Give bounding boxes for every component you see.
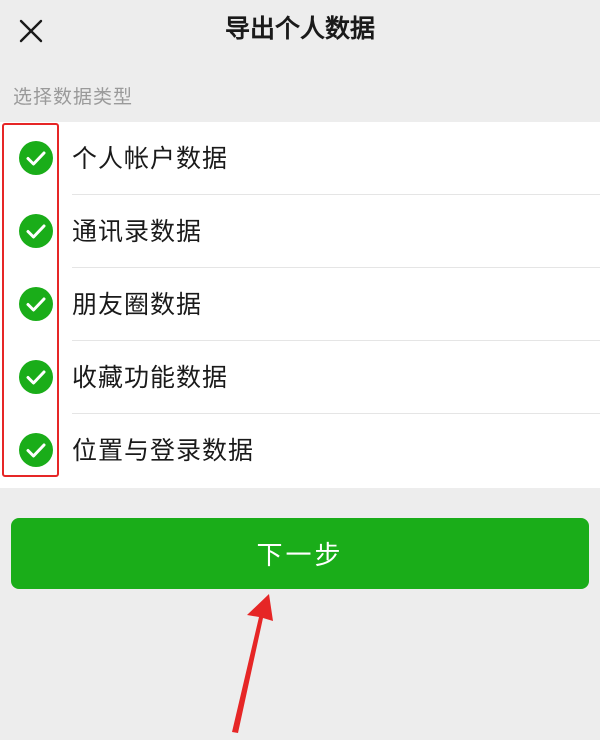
option-account-data[interactable]: 个人帐户数据 [0, 122, 600, 195]
section-label: 选择数据类型 [13, 86, 134, 108]
check-circle-icon[interactable] [18, 286, 54, 322]
option-label: 个人帐户数据 [72, 144, 229, 173]
page-title: 导出个人数据 [224, 14, 375, 43]
check-circle-icon[interactable] [18, 359, 54, 395]
option-label: 位置与登录数据 [72, 436, 255, 465]
option-label: 朋友圈数据 [72, 290, 203, 319]
option-favorites-data[interactable]: 收藏功能数据 [0, 341, 600, 414]
next-step-button[interactable]: 下一步 [11, 518, 589, 589]
option-label: 收藏功能数据 [72, 363, 229, 392]
check-circle-icon[interactable] [18, 140, 54, 176]
option-moments-data[interactable]: 朋友圈数据 [0, 268, 600, 341]
nav-bar: 导出个人数据 [0, 0, 600, 62]
close-icon [19, 19, 43, 43]
option-location-login-data[interactable]: 位置与登录数据 [0, 414, 600, 487]
check-circle-icon[interactable] [18, 213, 54, 249]
option-contacts-data[interactable]: 通讯录数据 [0, 195, 600, 268]
close-button[interactable] [10, 10, 52, 52]
data-type-list: 个人帐户数据 通讯录数据 朋友圈数据 收藏功能数据 位置与登录数据 [0, 122, 600, 488]
option-label: 通讯录数据 [72, 217, 203, 246]
check-circle-icon[interactable] [18, 432, 54, 468]
